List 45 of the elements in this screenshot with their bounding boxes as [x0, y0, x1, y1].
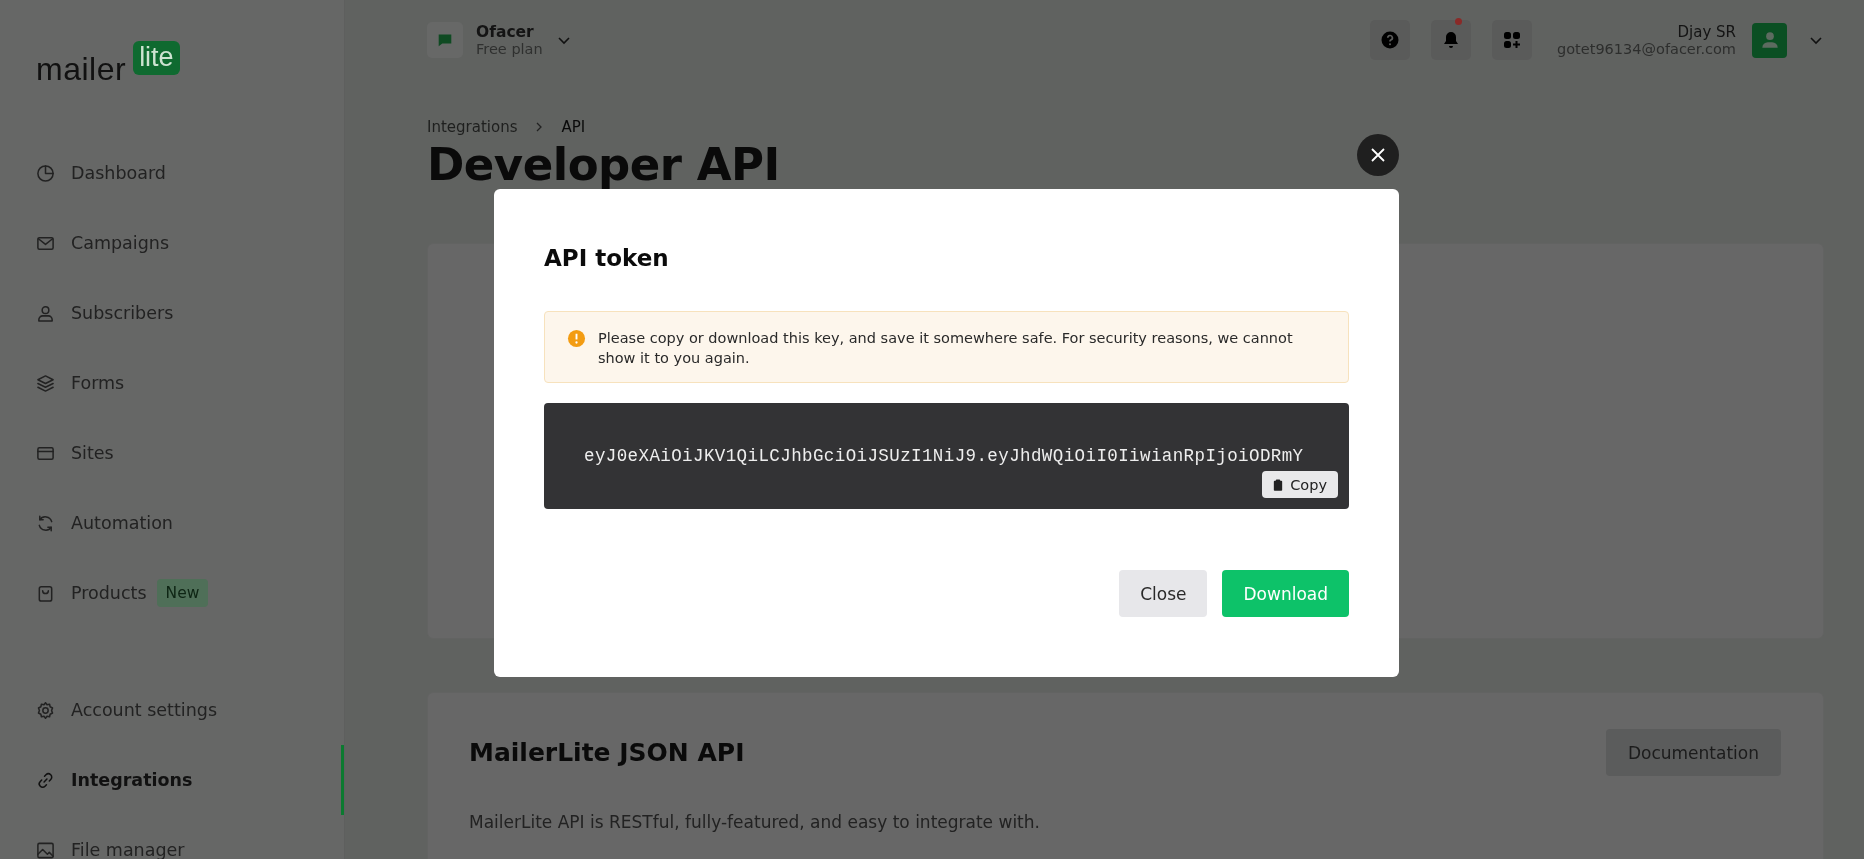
- close-button[interactable]: Close: [1119, 570, 1208, 617]
- bag-icon: [36, 583, 55, 603]
- account-name[interactable]: Ofacer: [476, 23, 543, 41]
- breadcrumb-link[interactable]: API: [561, 118, 586, 136]
- warning-text: Please copy or download this key, and save it somewhere safe. For security reasons, we cannot show it to you again.: [598, 329, 1294, 368]
- image-icon: [36, 840, 55, 859]
- card-description: MailerLite API is RESTful, fully-featured, and easy to integrate with.: [469, 812, 1041, 832]
- avatar-icon[interactable]: [1752, 22, 1787, 58]
- page-title: Developer API: [427, 138, 780, 191]
- api-token-text: eyJ0eXAiOiJKV1QiLCJhbGciOiJSUzI1NiJ9.eyJhdWQiOiI0IiwianRpIjoiODRmY: [584, 446, 1304, 466]
- sidebar-item[interactable]: Dashboard: [0, 138, 344, 208]
- warning-icon: [567, 329, 586, 348]
- dialog-close-button[interactable]: [1357, 134, 1399, 176]
- settings-icon: [36, 700, 55, 720]
- logo-wordmark: mailer: [36, 51, 127, 88]
- dialog-title: API token: [544, 245, 670, 271]
- link-icon: [36, 770, 55, 790]
- help-button[interactable]: [1370, 20, 1411, 60]
- apps-button[interactable]: [1492, 20, 1533, 60]
- layers-icon: [36, 373, 55, 393]
- card-title: MailerLite JSON API: [469, 738, 745, 767]
- sidebar-item[interactable]: File manager: [0, 815, 344, 859]
- notifications-button[interactable]: [1431, 20, 1472, 60]
- documentation-button[interactable]: Documentation: [1605, 729, 1781, 776]
- copy-button[interactable]: Copy: [1262, 471, 1338, 498]
- sidebar-item[interactable]: Forms: [0, 348, 344, 418]
- apps-grid-icon: [1502, 30, 1523, 50]
- sidebar-item[interactable]: Integrations: [0, 745, 344, 815]
- logo-badge: lite: [133, 41, 180, 75]
- sidebar-item[interactable]: Account settings: [0, 675, 344, 745]
- new-badge: New: [156, 579, 209, 607]
- sidebar-item[interactable]: Sites: [0, 418, 344, 488]
- pie-chart-icon: [36, 163, 55, 183]
- sidebar-item[interactable]: Automation: [0, 488, 344, 558]
- download-button[interactable]: Download: [1222, 570, 1349, 617]
- clipboard-icon: [1273, 478, 1284, 491]
- sidebar-item[interactable]: Products New: [0, 558, 344, 628]
- refresh-icon: [36, 513, 55, 533]
- breadcrumb-link[interactable]: Integrations: [427, 118, 518, 136]
- sidebar-item[interactable]: Campaigns: [0, 208, 344, 278]
- sidebar-item[interactable]: Subscribers: [0, 278, 344, 348]
- user-name: Djay SR: [1677, 23, 1736, 41]
- person-icon: [36, 303, 55, 323]
- chat-bubble-icon: [427, 22, 463, 58]
- help-icon: [1380, 30, 1401, 50]
